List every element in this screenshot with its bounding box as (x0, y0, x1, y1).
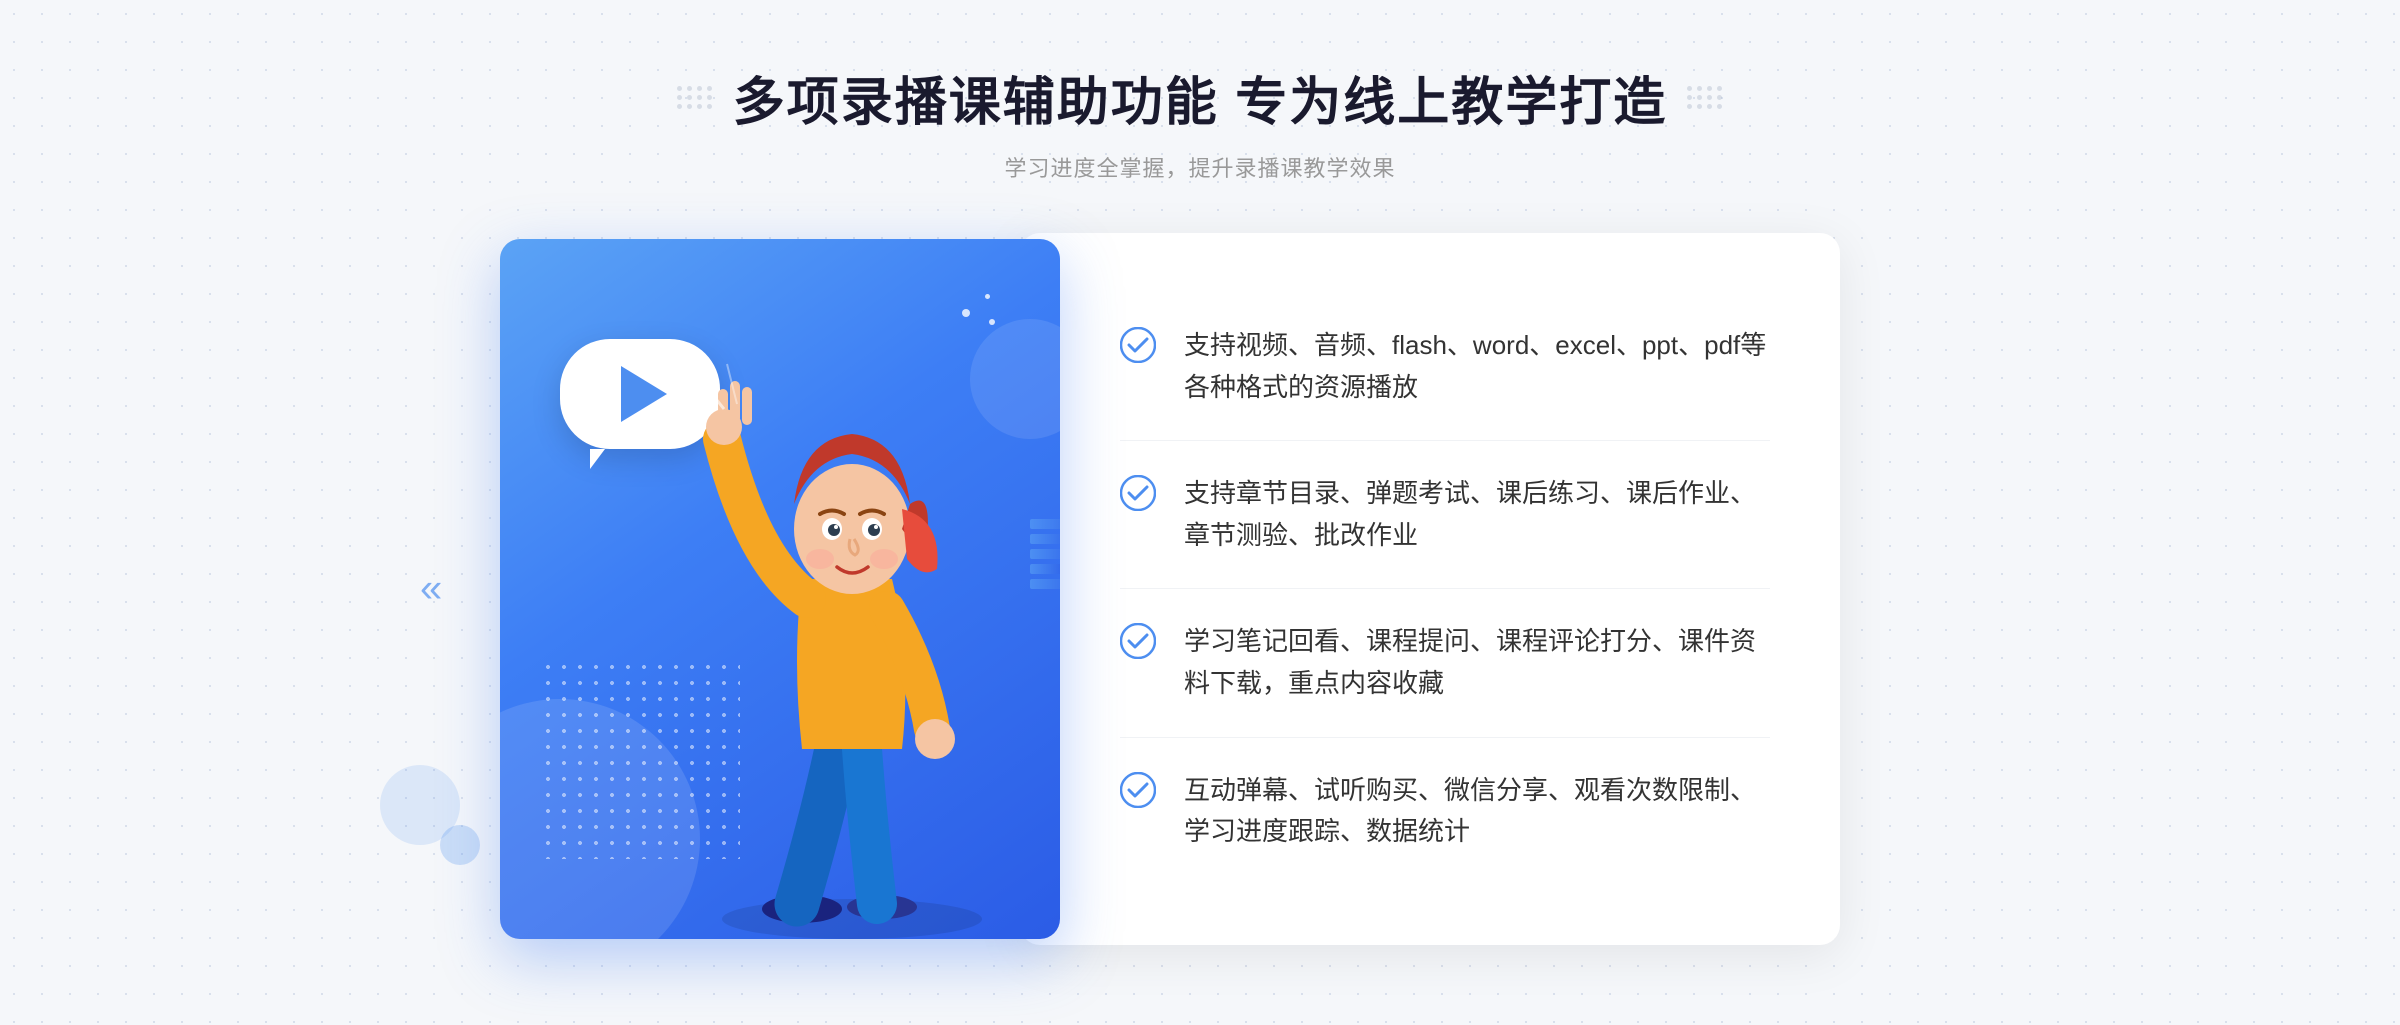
check-icon-1 (1120, 327, 1156, 363)
feature-item-4: 互动弹幕、试听购买、微信分享、观看次数限制、学习进度跟踪、数据统计 (1120, 738, 1770, 885)
feature-item-2: 支持章节目录、弹题考试、课后练习、课后作业、章节测验、批改作业 (1120, 441, 1770, 589)
check-icon-4 (1120, 772, 1156, 808)
stripes-decoration (1030, 519, 1060, 619)
tiny-circle-decoration (440, 825, 480, 865)
left-arrow-decoration: « (420, 566, 442, 611)
title-row: 多项录播课辅助功能 专为线上教学打造 (677, 60, 1723, 135)
check-icon-2 (1120, 475, 1156, 511)
header-section: 多项录播课辅助功能 专为线上教学打造 学习进度全掌握，提升录播课教学效果 (0, 60, 2400, 183)
play-triangle-icon (621, 366, 667, 422)
feature-text-3: 学习笔记回看、课程提问、课程评论打分、课件资料下载，重点内容收藏 (1184, 621, 1770, 704)
feature-item-1: 支持视频、音频、flash、word、excel、ppt、pdf等各种格式的资源… (1120, 293, 1770, 441)
features-card: 支持视频、音频、flash、word、excel、ppt、pdf等各种格式的资源… (1020, 233, 1840, 945)
feature-text-1: 支持视频、音频、flash、word、excel、ppt、pdf等各种格式的资源… (1184, 325, 1770, 408)
page-title: 多项录播课辅助功能 专为线上教学打造 (733, 60, 1667, 135)
sparkle-decoration-2 (985, 294, 990, 299)
person-illustration (672, 359, 1032, 939)
page-container: 多项录播课辅助功能 专为线上教学打造 学习进度全掌握，提升录播课教学效果 « (0, 0, 2400, 1025)
feature-item-3: 学习笔记回看、课程提问、课程评论打分、课件资料下载，重点内容收藏 (1120, 589, 1770, 737)
illustration-inner (500, 239, 1060, 939)
feature-text-2: 支持章节目录、弹题考试、课后练习、课后作业、章节测验、批改作业 (1184, 473, 1770, 556)
right-dots-decoration (1687, 86, 1723, 109)
sparkle-decoration-3 (989, 319, 995, 325)
illustration-card (500, 239, 1060, 939)
feature-text-4: 互动弹幕、试听购买、微信分享、观看次数限制、学习进度跟踪、数据统计 (1184, 770, 1770, 853)
sparkle-decoration-1 (962, 309, 970, 317)
check-icon-3 (1120, 623, 1156, 659)
content-section: « (500, 233, 1900, 945)
page-subtitle: 学习进度全掌握，提升录播课教学效果 (1004, 151, 1395, 183)
left-dots-decoration (677, 86, 713, 109)
